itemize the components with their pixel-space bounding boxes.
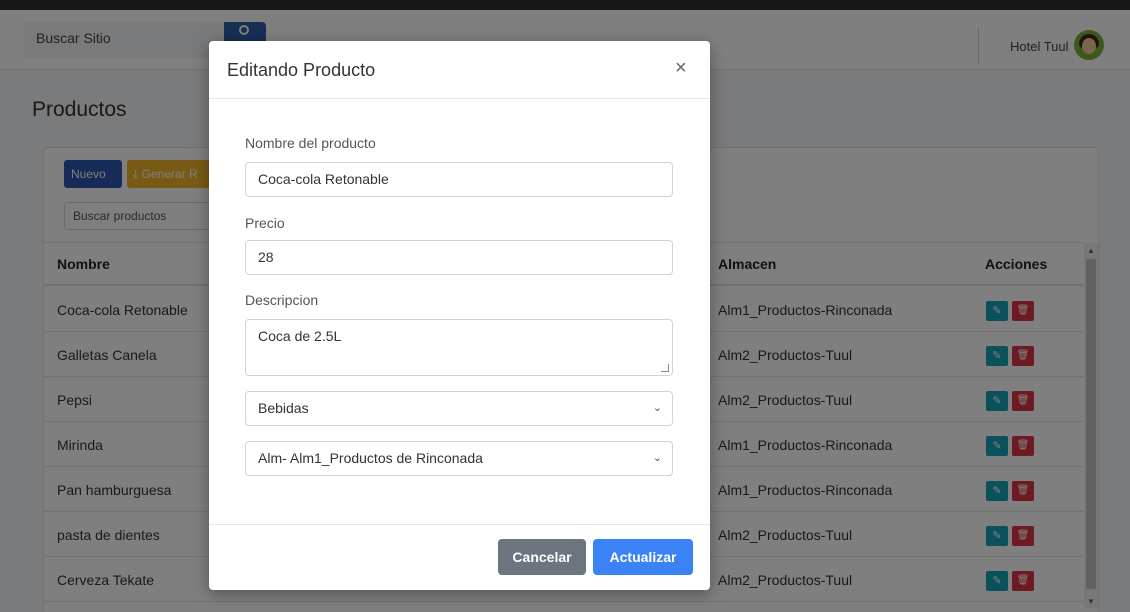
description-textarea[interactable]: Coca de 2.5L: [245, 319, 673, 376]
price-input[interactable]: 28: [245, 240, 673, 275]
close-icon[interactable]: ×: [675, 57, 687, 80]
resize-handle[interactable]: [661, 364, 669, 372]
chevron-down-icon: ⌄: [652, 402, 662, 414]
chevron-down-icon: ⌄: [652, 452, 662, 464]
edit-product-modal: Editando Producto × Nombre del producto …: [209, 41, 710, 590]
category-select[interactable]: Bebidas ⌄: [245, 391, 673, 426]
warehouse-select[interactable]: Alm- Alm1_Productos de Rinconada ⌄: [245, 441, 673, 476]
modal-header: Editando Producto ×: [209, 41, 710, 99]
modal-footer-divider: [209, 524, 710, 525]
update-button[interactable]: Actualizar: [593, 539, 693, 575]
cancel-button[interactable]: Cancelar: [498, 539, 586, 575]
description-label: Descripcion: [245, 292, 319, 308]
product-name-input[interactable]: Coca-cola Retonable: [245, 162, 673, 197]
warehouse-value: Alm- Alm1_Productos de Rinconada: [258, 450, 483, 466]
description-value: Coca de 2.5L: [258, 328, 342, 344]
price-label: Precio: [245, 215, 285, 231]
product-name-label: Nombre del producto: [245, 135, 376, 151]
category-value: Bebidas: [258, 400, 309, 416]
modal-title: Editando Producto: [227, 60, 376, 80]
